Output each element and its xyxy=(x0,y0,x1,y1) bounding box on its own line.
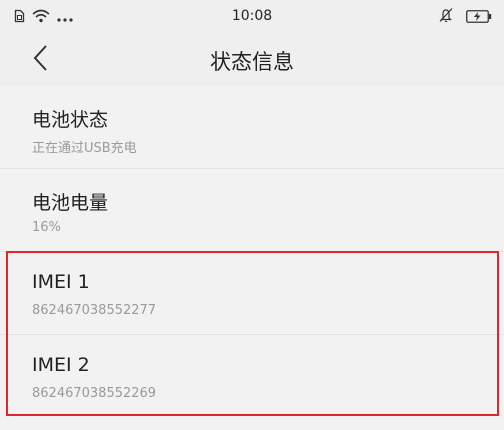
chevron-left-icon xyxy=(32,44,48,76)
list-item-subtitle: 正在通过USB充电 xyxy=(32,141,137,156)
status-info-list: 电池状态 正在通过USB充电 电池电量 16% IMEI 1 862467038… xyxy=(0,86,504,418)
list-item-title: IMEI 1 xyxy=(32,271,90,293)
list-item-battery-level[interactable]: 电池电量 16% xyxy=(0,169,504,252)
list-item-imei-1[interactable]: IMEI 1 862467038552277 xyxy=(0,252,504,335)
list-item-battery-status[interactable]: 电池状态 正在通过USB充电 xyxy=(0,86,504,169)
list-item-subtitle: 862467038552269 xyxy=(32,386,157,401)
page-title: 状态信息 xyxy=(210,50,294,74)
mute-icon xyxy=(438,7,454,27)
status-bar-time: 10:08 xyxy=(231,8,273,24)
list-item-subtitle: 16% xyxy=(32,220,61,235)
list-item-title: IMEI 2 xyxy=(32,354,90,376)
status-bar-right-icons xyxy=(438,8,492,26)
battery-charging-icon xyxy=(466,8,492,27)
back-button[interactable] xyxy=(22,42,58,78)
list-item-subtitle: 862467038552277 xyxy=(32,303,157,318)
list-item-title: 电池电量 xyxy=(32,192,109,214)
list-item-imei-2[interactable]: IMEI 2 862467038552269 xyxy=(0,335,504,418)
list-item-title: 电池状态 xyxy=(32,109,109,131)
navigation-bar: 状态信息 xyxy=(0,34,504,86)
status-bar: 10:08 xyxy=(0,0,504,34)
